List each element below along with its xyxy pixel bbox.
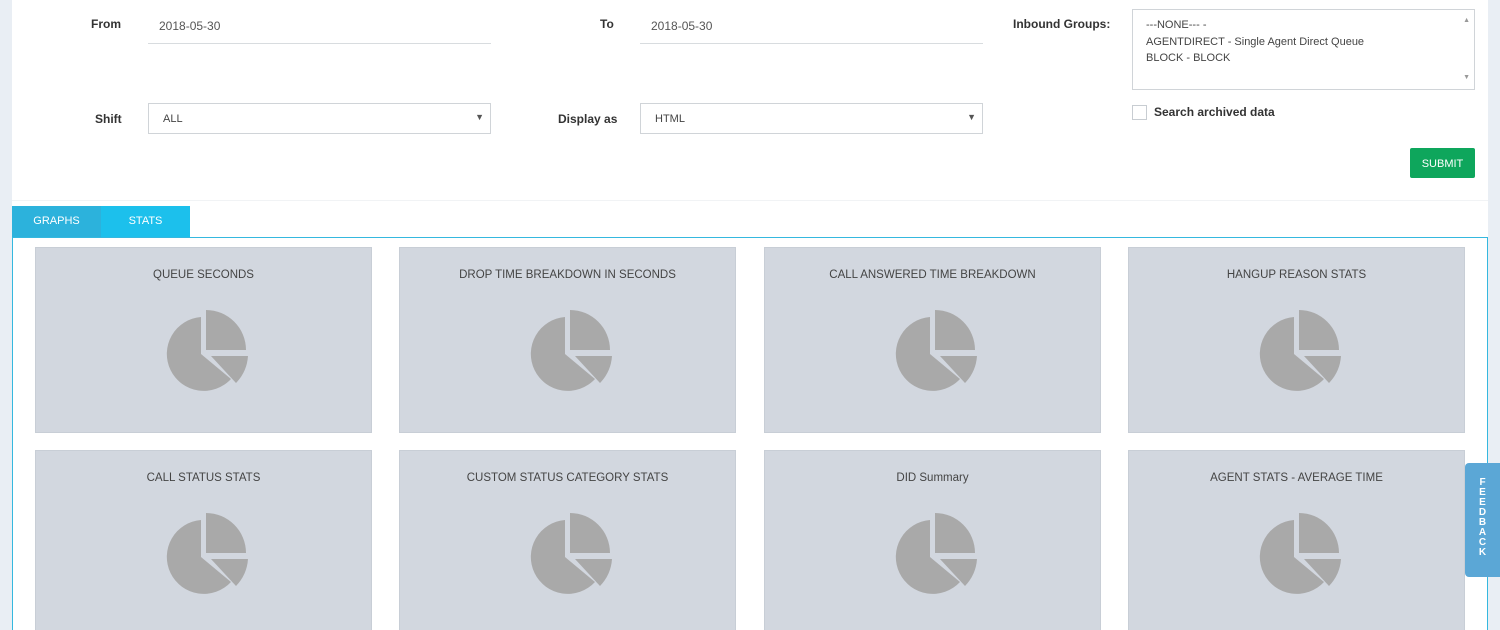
to-date-value: 2018-05-30 [651,19,713,33]
scroll-down-icon[interactable]: ▼ [1463,70,1470,87]
graph-card-title: HANGUP REASON STATS [1226,269,1367,281]
graph-card-title: DID Summary [896,472,969,484]
chevron-down-icon: ▼ [475,112,484,122]
graph-card-title: AGENT STATS - AVERAGE TIME [1210,472,1383,484]
tab-stats[interactable]: STATS [101,206,190,237]
graph-card-title: QUEUE SECONDS [153,269,254,281]
shift-select[interactable]: ALL ▼ [148,103,491,134]
from-date-input[interactable]: 2018-05-30 [148,0,491,44]
from-date-value: 2018-05-30 [159,19,221,33]
filter-form: From 2018-05-30 To 2018-05-30 Inbound Gr… [12,0,1488,201]
display-as-select-value: HTML [655,113,685,125]
graph-card-call-status[interactable]: CALL STATUS STATS [35,450,372,630]
search-archived-label: Search archived data [1154,105,1275,119]
scroll-up-icon[interactable]: ▲ [1463,13,1470,30]
search-archived-checkbox[interactable] [1132,105,1147,120]
graph-card-title: CALL ANSWERED TIME BREAKDOWN [829,269,1036,281]
report-page: From 2018-05-30 To 2018-05-30 Inbound Gr… [0,0,1500,630]
pie-chart-icon [166,513,248,594]
inbound-groups-label: Inbound Groups: [1013,17,1111,31]
graph-card-did-summary[interactable]: DID Summary [764,450,1101,630]
pie-chart-icon [895,310,977,391]
graph-card-custom-status[interactable]: CUSTOM STATUS CATEGORY STATS [399,450,736,630]
inbound-option[interactable]: AGENTDIRECT - Single Agent Direct Queue [1146,34,1474,51]
pie-chart-icon [166,310,248,391]
feedback-tab[interactable]: FEEDBACK [1465,463,1500,577]
to-date-input[interactable]: 2018-05-30 [640,0,983,44]
pie-chart-icon [530,310,612,391]
display-as-select[interactable]: HTML ▼ [640,103,983,134]
display-as-label: Display as [558,112,618,126]
graph-card-queue-seconds[interactable]: QUEUE SECONDS [35,247,372,433]
chevron-down-icon: ▼ [967,112,976,122]
from-label: From [91,17,121,31]
shift-select-value: ALL [163,113,183,125]
submit-button[interactable]: SUBMIT [1410,148,1475,178]
pie-chart-icon [1259,513,1341,594]
pie-chart-icon [530,513,612,594]
inbound-groups-listbox[interactable]: ---NONE--- - AGENTDIRECT - Single Agent … [1132,9,1475,90]
graph-card-title: CUSTOM STATUS CATEGORY STATS [466,472,669,484]
shift-label: Shift [95,112,122,126]
graph-card-hangup-reason[interactable]: HANGUP REASON STATS [1128,247,1465,433]
graph-card-title: DROP TIME BREAKDOWN IN SECONDS [459,269,676,281]
pie-chart-icon [895,513,977,594]
graph-card-title: CALL STATUS STATS [146,472,261,484]
to-label: To [600,17,614,31]
graph-card-agent-stats[interactable]: AGENT STATS - AVERAGE TIME [1128,450,1465,630]
inbound-option[interactable]: BLOCK - BLOCK [1146,50,1474,67]
report-panel: From 2018-05-30 To 2018-05-30 Inbound Gr… [12,0,1488,630]
graph-card-call-answered[interactable]: CALL ANSWERED TIME BREAKDOWN [764,247,1101,433]
inbound-option[interactable]: ---NONE--- - [1146,17,1474,34]
graph-card-drop-time[interactable]: DROP TIME BREAKDOWN IN SECONDS [399,247,736,433]
feedback-label: FEEDBACK [1478,477,1487,558]
tab-graphs[interactable]: GRAPHS [12,206,101,237]
graphs-container: QUEUE SECONDS DROP TIME BREAKDOWN IN SEC… [12,237,1488,630]
pie-chart-icon [1259,310,1341,391]
